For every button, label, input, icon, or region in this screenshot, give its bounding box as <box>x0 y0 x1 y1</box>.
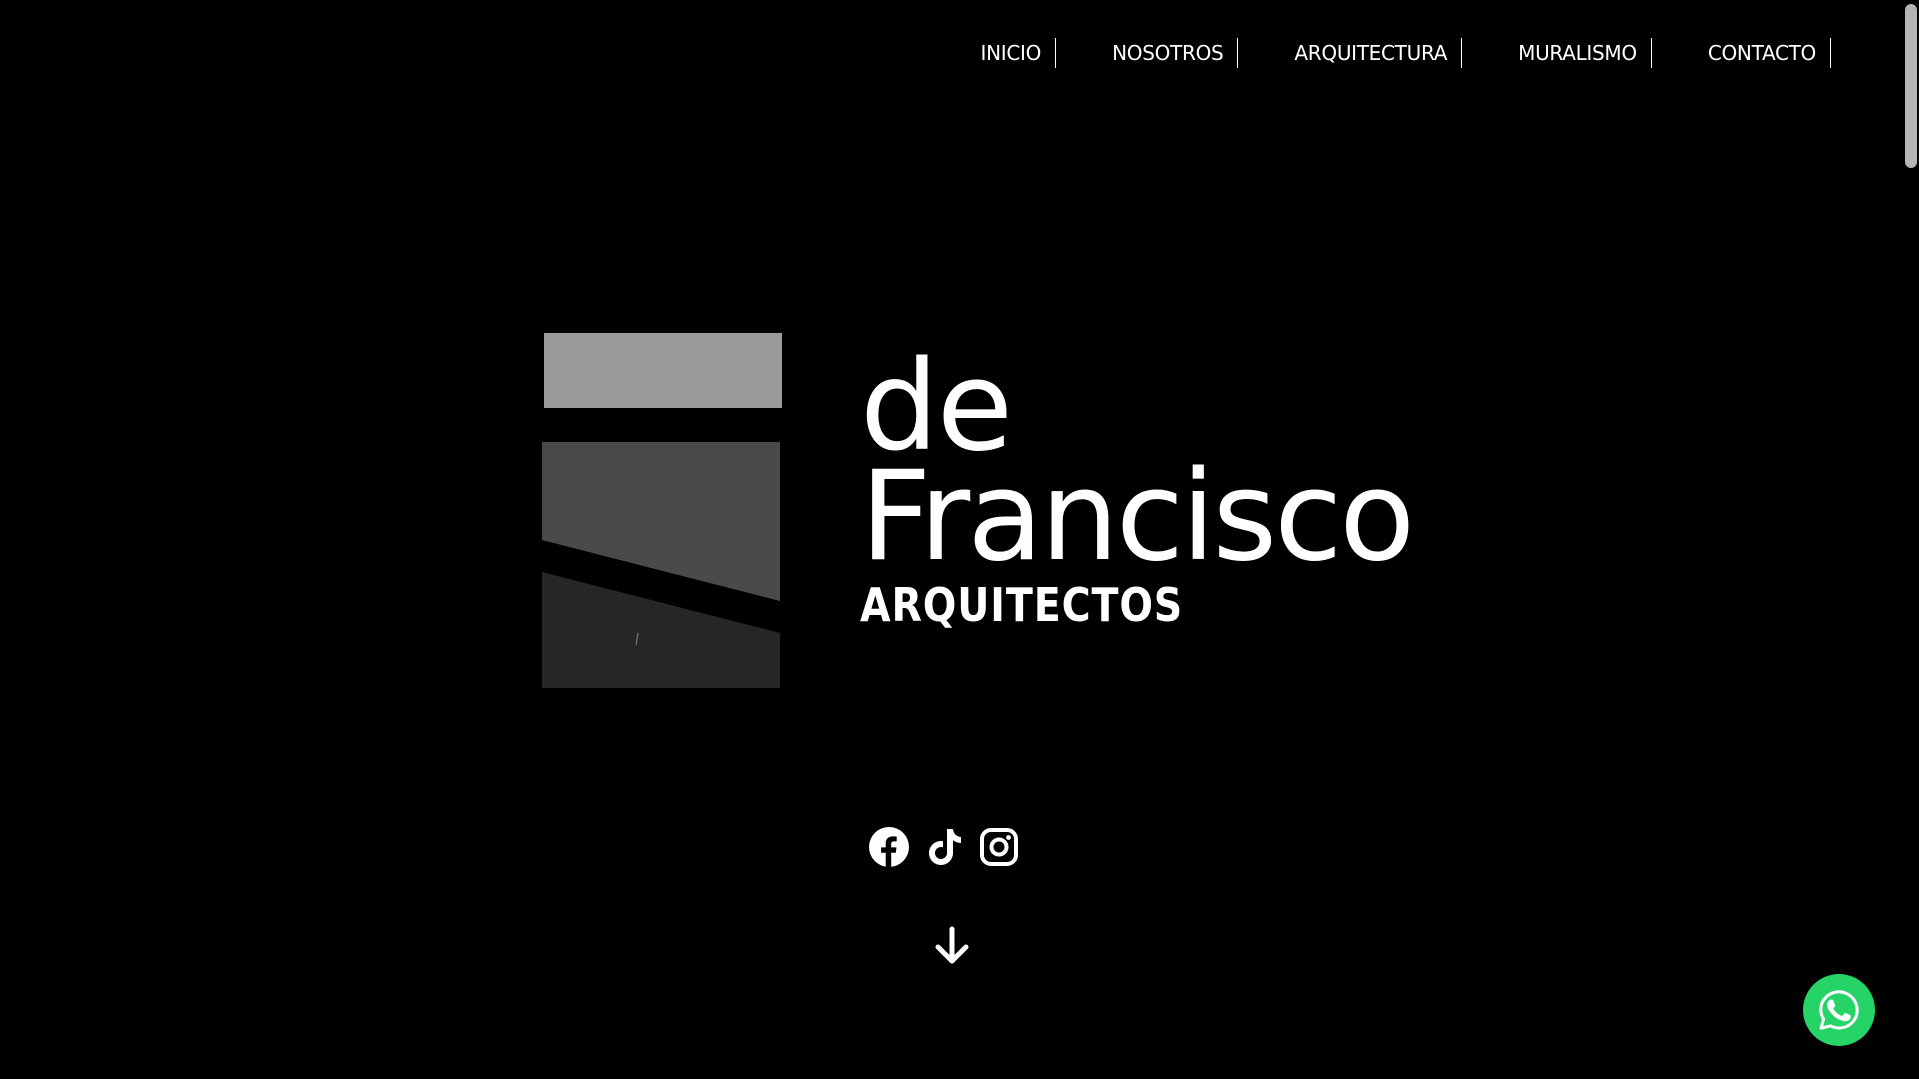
nav-item-label: NOSOTROS <box>1112 41 1224 65</box>
nav-item-inicio[interactable]: INICIO <box>981 38 1057 68</box>
logo-line-francisco: Francisco <box>860 445 1415 589</box>
logo-mark <box>542 333 782 688</box>
facebook-icon[interactable] <box>868 826 910 868</box>
nav-item-label: MURALISMO <box>1518 41 1637 65</box>
whatsapp-button[interactable] <box>1803 974 1875 1046</box>
nav-item-label: INICIO <box>980 41 1042 65</box>
nav-item-contacto[interactable]: CONTACTO <box>1708 38 1831 68</box>
page-scrollbar[interactable] <box>1903 0 1919 1079</box>
tiktok-icon[interactable] <box>923 826 965 868</box>
nav-separator <box>1830 38 1831 68</box>
arrow-down-icon[interactable] <box>931 925 973 967</box>
page: INICIO NOSOTROS ARQUITECTURA MURALISMO C… <box>0 0 1919 1079</box>
logo-top-block <box>544 333 782 408</box>
nav-item-label: ARQUITECTURA <box>1294 41 1448 65</box>
logo-wordmark: de Francisco ARQUITECTOS <box>860 345 1415 632</box>
logo-subtitle: ARQUITECTOS <box>860 578 1184 632</box>
nav-item-muralismo[interactable]: MURALISMO <box>1518 38 1652 68</box>
main-nav: INICIO NOSOTROS ARQUITECTURA MURALISMO C… <box>981 38 1831 68</box>
nav-separator <box>1650 38 1652 68</box>
nav-item-nosotros[interactable]: NOSOTROS <box>1112 38 1239 68</box>
scrollbar-thumb[interactable] <box>1905 4 1917 168</box>
instagram-icon[interactable] <box>978 826 1020 868</box>
nav-item-arquitectura[interactable]: ARQUITECTURA <box>1294 38 1463 68</box>
whatsapp-icon <box>1819 990 1859 1030</box>
nav-separator <box>1461 38 1463 68</box>
social-links <box>868 826 1033 868</box>
nav-separator <box>1055 38 1057 68</box>
logo-middle-block <box>542 442 780 601</box>
nav-separator <box>1237 38 1239 68</box>
nav-item-label: CONTACTO <box>1707 41 1816 65</box>
